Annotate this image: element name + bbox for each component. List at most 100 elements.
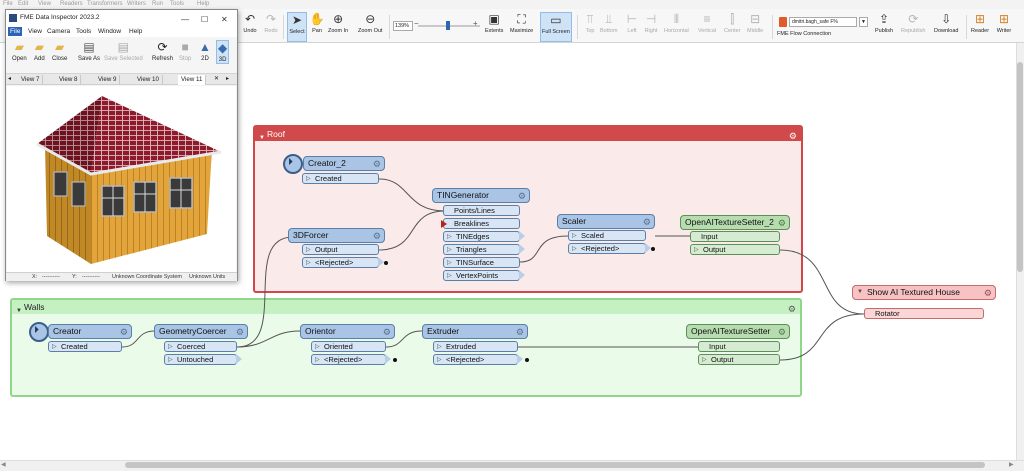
creator-icon[interactable]: ⏵ xyxy=(29,322,49,342)
3dforcer-header[interactable]: 3DForcer ⚙ xyxy=(288,228,385,243)
port-tinedges[interactable]: ▷ TINEdges xyxy=(443,231,520,242)
bookmark-walls-title[interactable]: ▼ Walls ⚙ xyxy=(12,300,800,314)
menu-writers[interactable]: Writers xyxy=(127,1,146,7)
inspector-menu-window[interactable]: Window xyxy=(98,28,121,35)
port-tinsurface[interactable]: ▷ TINSurface xyxy=(443,257,520,268)
creator-2-icon[interactable]: ⏵ xyxy=(283,154,303,174)
port-input[interactable]: Input xyxy=(690,231,780,242)
tabs-scroll-right-icon[interactable]: ▸ xyxy=(226,75,229,82)
port-untouched[interactable]: ▷ Untouched xyxy=(164,354,237,365)
distribute-vertical-button[interactable]: ≡ Vertical xyxy=(698,12,716,42)
port-orientor-rejected[interactable]: ▷ <Rejected> xyxy=(311,354,386,365)
port-output[interactable]: ▷ Output xyxy=(302,244,379,255)
scaler-header[interactable]: Scaler ⚙ xyxy=(557,214,655,229)
view-2d-button[interactable]: ▲ 2D xyxy=(199,40,211,62)
menu-transformers[interactable]: Transformers xyxy=(87,1,122,7)
geometry-coercer-header[interactable]: GeometryCoercer ⚙ xyxy=(154,324,248,339)
bookmark-roof-title[interactable]: ▼ Roof ⚙ xyxy=(255,127,801,141)
zoom-in-button[interactable]: ⊕ Zoom In xyxy=(328,12,348,42)
gear-icon[interactable]: ⚙ xyxy=(984,287,992,300)
redo-button[interactable]: ↷ Redo xyxy=(263,12,279,42)
port-texture-input[interactable]: Input xyxy=(698,341,780,352)
inspector-menu-camera[interactable]: Camera xyxy=(47,28,70,35)
menu-edit[interactable]: Edit xyxy=(18,1,28,7)
tab-view-10[interactable]: View 10 xyxy=(134,75,163,85)
inspector-menu-view[interactable]: View xyxy=(28,28,42,35)
chevron-down-icon[interactable]: ▼ xyxy=(859,17,868,27)
inspector-menu-file[interactable]: File xyxy=(8,27,23,36)
distribute-horizontal-button[interactable]: ⫴ Horizontal xyxy=(664,12,689,42)
align-left-button[interactable]: ⊢ Left xyxy=(624,12,640,42)
data-inspector-window[interactable]: FME Data Inspector 2023.2 — ☐ ✕ File Vie… xyxy=(5,9,238,281)
tab-view-9[interactable]: View 9 xyxy=(95,75,121,85)
close-button[interactable]: ▰ Close xyxy=(52,40,67,62)
menu-help[interactable]: Help xyxy=(197,1,209,7)
download-button[interactable]: ⇩ Download xyxy=(934,12,958,42)
inspector-menu-tools[interactable]: Tools xyxy=(76,28,91,35)
port-scaled[interactable]: ▷ Scaled xyxy=(568,230,646,241)
refresh-button[interactable]: ⟳ Refresh xyxy=(152,40,173,62)
gear-icon[interactable]: ⚙ xyxy=(643,216,651,229)
gear-icon[interactable]: ⚙ xyxy=(516,326,524,339)
inspector-menu-help[interactable]: Help xyxy=(129,28,142,35)
open-button[interactable]: ▰ Open xyxy=(12,40,27,62)
pan-button[interactable]: ✋ Pan xyxy=(309,12,325,42)
port-created[interactable]: ▷ Created xyxy=(302,173,379,184)
inspector-3d-view[interactable] xyxy=(7,86,236,272)
zoom-level-field[interactable]: 139% xyxy=(393,21,413,31)
gear-icon[interactable]: ⚙ xyxy=(373,230,381,243)
collapse-icon[interactable]: ▼ xyxy=(857,286,863,299)
creator-header[interactable]: Creator ⚙ xyxy=(48,324,132,339)
reader-button[interactable]: ⊞ Reader xyxy=(971,12,989,42)
align-middle-button[interactable]: ⊟ Middle xyxy=(747,12,763,42)
flow-connection-select[interactable]: dmitri.bagh_safe F% xyxy=(789,17,857,27)
extents-button[interactable]: ▣ Extents xyxy=(485,12,503,42)
orientor-header[interactable]: Orientor ⚙ xyxy=(300,324,395,339)
tab-view-11[interactable]: View 11 xyxy=(178,75,207,85)
collapse-icon[interactable]: ▼ xyxy=(16,304,22,318)
zoom-slider-thumb[interactable] xyxy=(446,21,450,30)
port-oriented[interactable]: ▷ Oriented xyxy=(311,341,386,352)
show-house-header[interactable]: ▼ Show AI Textured House ⚙ xyxy=(852,285,996,300)
select-button[interactable]: ➤ Select xyxy=(287,12,307,42)
tabs-scroll-left-icon[interactable]: ◂ xyxy=(8,75,11,82)
port-rotator[interactable]: Rotator xyxy=(864,308,984,319)
bookmark-walls[interactable]: ▼ Walls ⚙ xyxy=(10,298,802,397)
maximize-button[interactable]: ⛶ Maximize xyxy=(510,12,533,42)
republish-button[interactable]: ⟳ Republish xyxy=(901,12,925,42)
align-top-button[interactable]: ⫪ Top xyxy=(582,12,598,42)
gear-icon[interactable]: ⚙ xyxy=(383,326,391,339)
gear-icon[interactable]: ⚙ xyxy=(788,302,796,316)
port-texture-output[interactable]: ▷ Output xyxy=(690,244,780,255)
undo-button[interactable]: ↶ Undo xyxy=(242,12,258,42)
port-coerced[interactable]: ▷ Coerced xyxy=(164,341,237,352)
scroll-right-icon[interactable]: ▶ xyxy=(1009,461,1014,468)
align-bottom-button[interactable]: ⫫ Bottom xyxy=(600,12,617,42)
scroll-left-icon[interactable]: ◀ xyxy=(1,461,6,468)
view-3d-button[interactable]: ◆ 3D xyxy=(216,40,230,64)
texture-setter-2-header[interactable]: OpenAITextureSetter_2 ⚙ xyxy=(680,215,790,230)
gear-icon[interactable]: ⚙ xyxy=(778,326,786,339)
gear-icon[interactable]: ⚙ xyxy=(236,326,244,339)
port-texture1-output[interactable]: ▷ Output xyxy=(698,354,780,365)
menu-file[interactable]: File xyxy=(3,1,13,7)
writer-button[interactable]: ⊞ Writer xyxy=(996,12,1012,42)
gear-icon[interactable]: ⚙ xyxy=(518,190,526,203)
gear-icon[interactable]: ⚙ xyxy=(789,129,797,143)
extruder-header[interactable]: Extruder ⚙ xyxy=(422,324,528,339)
port-triangles[interactable]: ▷ Triangles xyxy=(443,244,520,255)
port-rejected[interactable]: ▷ <Rejected> xyxy=(302,257,379,268)
tingenerator-header[interactable]: TINGenerator ⚙ xyxy=(432,188,530,203)
port-points-lines[interactable]: Points/Lines xyxy=(443,205,520,216)
add-button[interactable]: ▰ Add xyxy=(34,40,45,62)
menu-run[interactable]: Run xyxy=(152,1,163,7)
gear-icon[interactable]: ⚙ xyxy=(778,217,786,230)
port-creator-created[interactable]: ▷ Created xyxy=(48,341,122,352)
tab-view-8[interactable]: View 8 xyxy=(56,75,82,85)
tab-view-7[interactable]: View 7 xyxy=(18,75,44,85)
zoom-out-button[interactable]: ⊖ Zoom Out xyxy=(358,12,382,42)
align-right-button[interactable]: ⊣ Right xyxy=(643,12,659,42)
menu-view[interactable]: View xyxy=(38,1,51,7)
port-extruded[interactable]: ▷ Extruded xyxy=(433,341,518,352)
texture-setter-header[interactable]: OpenAITextureSetter ⚙ xyxy=(686,324,790,339)
